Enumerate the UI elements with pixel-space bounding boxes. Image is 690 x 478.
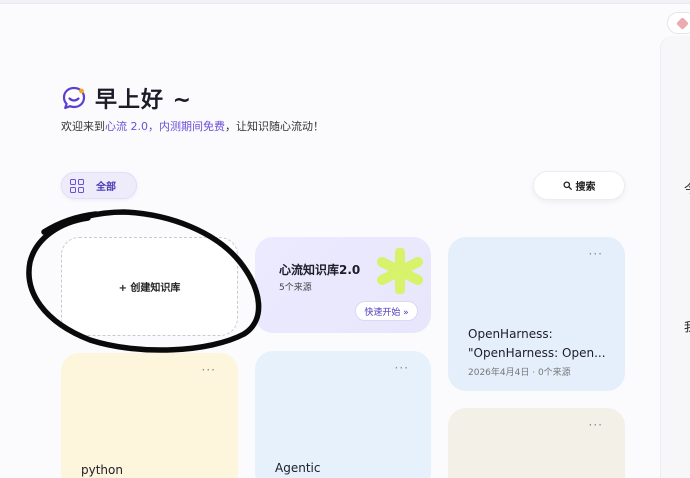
filter-all-tab[interactable]: 全部	[61, 172, 137, 199]
featured-title: 心流知识库2.0	[279, 263, 361, 277]
asterisk-star-icon	[377, 248, 423, 294]
knowledge-base-card[interactable]: ··· OpenHarness: "OpenHarness: Open... 2…	[448, 237, 625, 391]
filter-all-label: 全部	[96, 182, 116, 193]
knowledge-base-card[interactable]: ···	[448, 408, 625, 478]
knowledge-base-card[interactable]: ··· python	[61, 353, 238, 478]
quick-start-button[interactable]: 快速开始 »	[355, 301, 418, 321]
search-label: 搜索	[575, 182, 596, 193]
diamond-icon	[676, 17, 689, 30]
more-dots-icon[interactable]: ···	[589, 248, 603, 260]
right-panel-glyph-top: 今	[684, 180, 690, 197]
welcome-subtitle: 欢迎来到心流 2.0，内测期间免费，让知识随心流动！	[61, 118, 324, 134]
subtitle-accent: 心流 2.0，内测期间免费	[105, 120, 225, 133]
more-dots-icon[interactable]: ···	[395, 362, 409, 374]
top-bar	[0, 0, 690, 4]
subtitle-prefix: 欢迎来到	[61, 120, 105, 133]
greeting-title: 早上好 ~	[95, 88, 193, 113]
kb-title: python	[81, 463, 123, 477]
kb-title-line1: OpenHarness:	[468, 327, 553, 341]
search-icon	[562, 181, 572, 190]
right-panel-glyph-mid: 我	[684, 318, 690, 335]
chat-bubble-logo-icon	[62, 86, 86, 110]
kb-title-line2: "OpenHarness: Open...	[468, 346, 606, 360]
search-button[interactable]: 搜索	[533, 171, 625, 200]
kb-meta: 2026年4月4日 · 0个来源	[468, 368, 571, 378]
knowledge-base-card[interactable]: ··· Agentic	[255, 351, 431, 478]
right-side-panel: 今 我	[660, 36, 690, 478]
kb-title: Agentic	[275, 461, 321, 475]
create-knowledge-base-card[interactable]: + 创建知识库	[61, 237, 238, 336]
top-right-toggle[interactable]	[667, 12, 690, 34]
grid-icon	[70, 178, 84, 193]
more-dots-icon[interactable]: ···	[589, 419, 603, 431]
create-knowledge-base-label: + 创建知识库	[118, 283, 181, 294]
subtitle-suffix: ，让知识随心流动！	[225, 120, 324, 133]
more-dots-icon[interactable]: ···	[202, 364, 216, 376]
featured-knowledge-base-card[interactable]: 心流知识库2.0 5个来源 快速开始 »	[255, 237, 431, 333]
featured-source-count: 5个来源	[279, 283, 312, 293]
greeting-header: 早上好 ~	[61, 82, 192, 114]
